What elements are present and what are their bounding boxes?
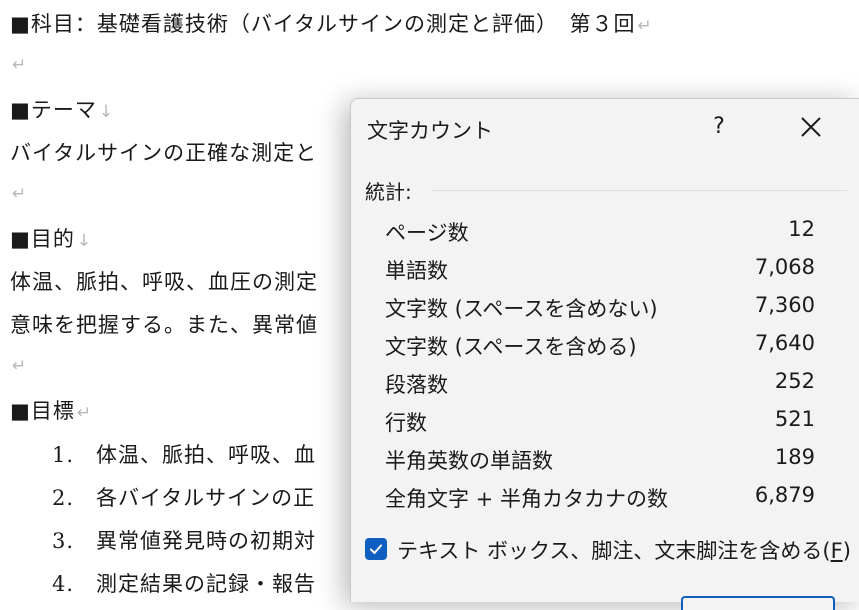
stat-value: 7,360 (754, 293, 815, 317)
goal-list-item: 3. 異常値発見時の初期対 (52, 529, 316, 553)
stat-label: 文字数 (スペースを含める) (385, 335, 637, 359)
stat-value: 521 (774, 407, 815, 431)
stat-row-chars-no-spaces: 文字数 (スペースを含めない) 7,360 (385, 293, 815, 323)
stat-row-paragraphs: 段落数 252 (385, 369, 815, 399)
stat-value: 12 (788, 217, 815, 241)
stat-row-chars-with-spaces: 文字数 (スペースを含める) 7,640 (385, 331, 815, 361)
stat-label: 半角英数の単語数 (385, 449, 553, 473)
purpose-heading: ■目的 ↓ (10, 227, 93, 251)
divider (431, 190, 847, 191)
help-button[interactable]: ? (703, 111, 735, 143)
stat-value: 252 (774, 369, 815, 393)
stat-row-words: 単語数 7,068 (385, 255, 815, 285)
goal-list-item: 1. 体温、脈拍、呼吸、血 (52, 443, 316, 467)
close-icon (801, 117, 821, 137)
stat-value: 189 (774, 445, 815, 469)
theme-text: バイタルサインの正確な測定と (10, 141, 318, 165)
empty-paragraph: ↵ (12, 184, 28, 204)
stat-label: 行数 (385, 411, 427, 435)
purpose-line: 意味を把握する。また、異常値 (10, 313, 318, 337)
goal-list-item: 2. 各バイタルサインの正 (52, 486, 316, 510)
stat-label: 全角文字 + 半角カタカナの数 (385, 487, 668, 511)
empty-paragraph: ↵ (12, 55, 28, 75)
checkbox-label: テキスト ボックス、脚注、文末脚注を含める(F) (397, 539, 851, 563)
stat-value: 7,640 (754, 331, 815, 355)
dialog-title: 文字カウント (367, 119, 493, 143)
stat-value: 6,879 (754, 483, 815, 507)
word-count-dialog: 文字カウント ? 統計: ページ数 12 単語数 7,068 文字数 (スペース… (350, 98, 859, 610)
stat-row-fullwidth-chars: 全角文字 + 半角カタカナの数 6,879 (385, 483, 815, 513)
empty-paragraph: ↵ (12, 356, 28, 376)
purpose-line: 体温、脈拍、呼吸、血圧の測定 (10, 270, 318, 294)
close-button[interactable] (795, 111, 827, 143)
close-dialog-button[interactable] (681, 596, 835, 610)
stat-label: 単語数 (385, 259, 448, 283)
stat-label: 段落数 (385, 373, 448, 397)
stat-row-halfwidth-words: 半角英数の単語数 189 (385, 445, 815, 475)
goals-heading: ■目標 ↵ (10, 399, 93, 423)
stat-value: 7,068 (754, 255, 815, 279)
stat-label: ページ数 (385, 221, 469, 245)
checkmark-icon (370, 544, 382, 554)
stat-label: 文字数 (スペースを含めない) (385, 297, 658, 321)
stat-row-lines: 行数 521 (385, 407, 815, 437)
theme-heading: ■テーマ ↓ (10, 98, 115, 122)
include-textboxes-checkbox[interactable] (365, 538, 387, 560)
subject-line: ■科目：基礎看護技術（バイタルサインの測定と評価） 第３回 ↵ (10, 12, 653, 36)
stat-row-pages: ページ数 12 (385, 217, 815, 247)
statistics-label: 統計: (365, 180, 412, 204)
goal-list-item: 4. 測定結果の記録・報告 (52, 572, 316, 596)
